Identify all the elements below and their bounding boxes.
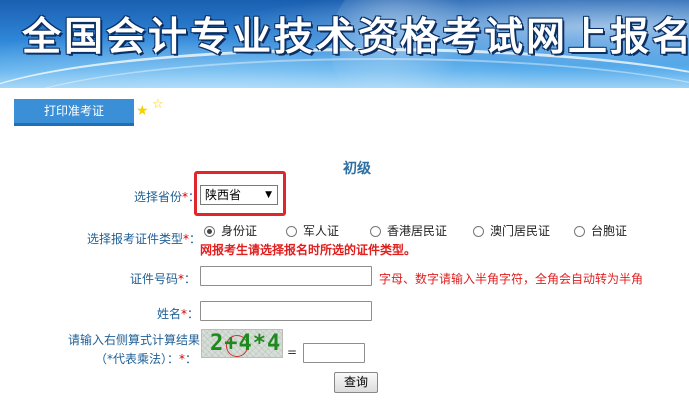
radio-taiwan-compatriot[interactable]: 台胞证 — [574, 222, 627, 239]
radio-id-card[interactable]: 身份证 — [204, 222, 257, 239]
radio-macau-resident[interactable]: 澳门居民证 — [473, 222, 550, 239]
star-icon: ☆ — [152, 97, 164, 112]
radio-button-icon[interactable] — [473, 226, 484, 237]
tab-print-admission[interactable]: 打印准考证 — [14, 99, 134, 126]
radio-hk-resident[interactable]: 香港居民证 — [370, 222, 447, 239]
captcha-answer-input[interactable] — [303, 343, 365, 363]
province-select[interactable]: 陕西省 ▼ — [200, 185, 278, 205]
captcha-label-line1: 请输入右侧算式计算结果 — [68, 333, 201, 347]
id-number-hint: 字母、数字请输入半角字符，全角会自动转为半角 — [379, 272, 644, 286]
radio-military-card[interactable]: 军人证 — [286, 222, 339, 239]
equals-sign: = — [287, 345, 298, 359]
name-input[interactable] — [200, 301, 372, 321]
radio-button-icon[interactable] — [286, 226, 297, 237]
exam-level-heading: 初级 — [343, 161, 371, 177]
id-number-label: 证件号码*： — [130, 272, 197, 286]
province-select-value: 陕西省 — [205, 188, 242, 202]
captcha-expression: 2+4*4 — [210, 331, 282, 356]
tab-label: 打印准考证 — [43, 104, 104, 118]
header-banner: 全国会计专业技术资格考试网上报名系统 — [0, 0, 689, 88]
province-label: 选择省份*： — [134, 190, 201, 204]
radio-button-icon[interactable] — [204, 226, 215, 237]
id-type-label: 选择报考证件类型*： — [87, 232, 202, 246]
radio-button-icon[interactable] — [574, 226, 585, 237]
name-label: 姓名*： — [157, 307, 200, 321]
captcha-label-line2: （*代表乘法）：*： — [95, 352, 198, 366]
captcha-image: 2+4*4 — [201, 329, 283, 358]
query-button[interactable]: 查询 — [334, 372, 378, 393]
site-title: 全国会计专业技术资格考试网上报名系统 — [22, 14, 689, 60]
chevron-down-icon: ▼ — [265, 190, 272, 200]
star-icon: ★ — [136, 103, 149, 119]
id-type-warning: 网报考生请选择报名时所选的证件类型。 — [200, 243, 417, 257]
radio-button-icon[interactable] — [370, 226, 381, 237]
id-number-input[interactable] — [200, 266, 372, 286]
